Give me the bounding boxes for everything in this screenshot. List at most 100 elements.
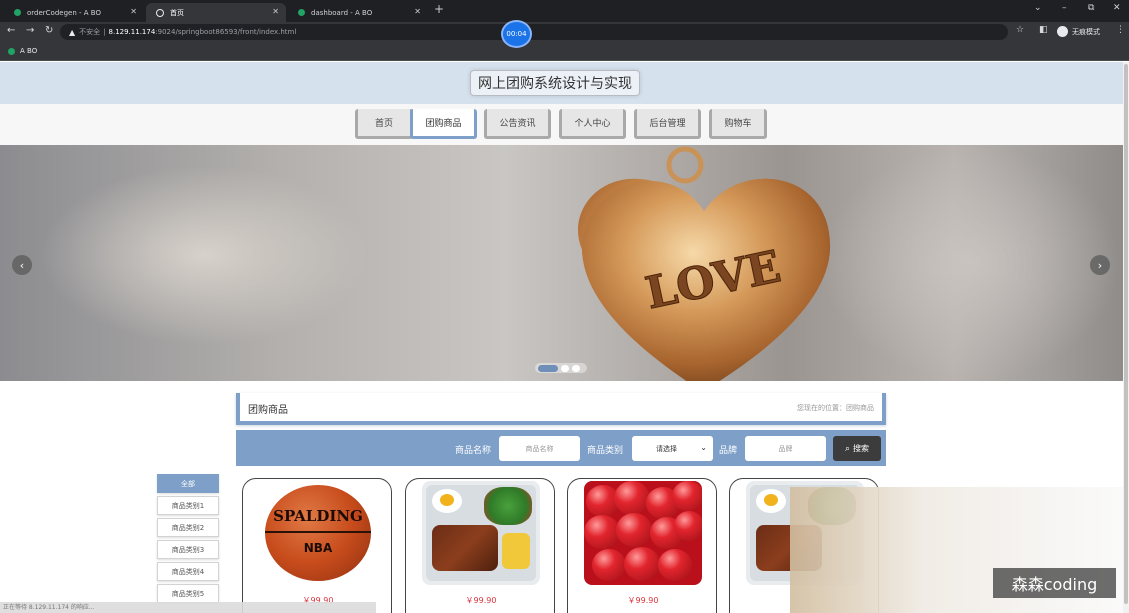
product-name-input[interactable]: 商品名称: [499, 436, 580, 461]
browser-tab[interactable]: orderCodegen - A BO ✕: [4, 3, 144, 22]
tab-favicon-icon: [298, 9, 305, 16]
tab-favicon-icon: [14, 9, 21, 16]
globe-icon: [156, 8, 164, 17]
category-item[interactable]: 商品类别3: [157, 540, 219, 559]
tab-close-icon[interactable]: ✕: [130, 7, 137, 16]
heart-ring: [666, 146, 704, 184]
search-bar: 商品名称 商品名称 商品类别 请选择 ⌄ 品牌 品牌 ⌕ 搜索: [236, 430, 886, 466]
bento-meat: [432, 525, 498, 571]
product-price: ￥99.90: [627, 596, 659, 605]
product-card[interactable]: ￥99.90: [567, 478, 717, 613]
category-select-value: 请选择: [656, 444, 677, 453]
section-header: 团购商品 您现在的位置：团购商品: [236, 393, 886, 425]
menu-kebab-icon[interactable]: ⋮: [1116, 25, 1125, 35]
new-tab-button[interactable]: +: [434, 2, 444, 16]
brand-input[interactable]: 品牌: [745, 436, 826, 461]
site-header: 网上团购系统设计与实现: [0, 62, 1123, 104]
browser-toolbar: ← → ↻ ▲ 不安全 | 8.129.11.174 :9024/springb…: [0, 22, 1129, 42]
nav-cart[interactable]: 购物车: [709, 109, 767, 139]
nav-home[interactable]: 首页: [355, 109, 413, 139]
bento-yolk: [440, 494, 454, 506]
browser-status-bar: 正在等待 8.129.11.174 的响应...: [0, 602, 376, 613]
category-select[interactable]: 请选择 ⌄: [632, 436, 713, 461]
cherry: [614, 481, 650, 515]
incognito-profile[interactable]: 无痕模式: [1057, 26, 1100, 37]
nav-group-products[interactable]: 团购商品: [410, 109, 477, 139]
carousel-dot[interactable]: [572, 364, 580, 372]
address-host: 8.129.11.174: [108, 28, 156, 36]
cherry: [584, 515, 620, 549]
heart-locket-image: LOVE: [578, 146, 831, 381]
profile-label: 无痕模式: [1072, 27, 1100, 36]
category-item[interactable]: 商品类别4: [157, 562, 219, 581]
minimize-button[interactable]: –: [1062, 3, 1067, 13]
watermark: 森森coding: [993, 568, 1116, 598]
category-item[interactable]: 商品类别5: [157, 584, 219, 603]
cherries-image: [584, 481, 702, 585]
category-item[interactable]: 商品类别1: [157, 496, 219, 515]
browser-tab[interactable]: dashboard - A BO ✕: [288, 3, 428, 22]
product-card[interactable]: SPALDING NBA ￥99.90: [242, 478, 392, 613]
search-button[interactable]: ⌕ 搜索: [833, 436, 881, 461]
cherry: [658, 549, 692, 581]
cherry: [624, 547, 660, 581]
section-title: 团购商品: [248, 405, 288, 416]
bookmark-label: A BO: [20, 47, 38, 55]
cherry: [616, 513, 652, 547]
restore-button[interactable]: ⧉: [1088, 3, 1094, 13]
tab-title: 首页: [170, 8, 184, 17]
bookmark-star-icon[interactable]: ☆: [1016, 25, 1024, 35]
basketball-brand-text: SPALDING: [273, 507, 363, 525]
bento-corn: [502, 533, 530, 569]
recording-timer: 00:04: [501, 20, 532, 48]
bento-vegetables: [484, 487, 532, 525]
carousel-prev-button[interactable]: ‹: [12, 255, 32, 275]
bento-yolk: [764, 494, 778, 506]
browser-tab-strip: orderCodegen - A BO ✕ 首页 ✕ dashboard - A…: [0, 0, 1129, 22]
tab-close-icon[interactable]: ✕: [414, 7, 421, 16]
nav-personal-center[interactable]: 个人中心: [559, 109, 626, 139]
basketball-image: SPALDING NBA: [259, 481, 377, 585]
bento-image: [422, 481, 540, 585]
tab-title: orderCodegen - A BO: [27, 8, 101, 17]
product-card[interactable]: ￥99.90: [405, 478, 555, 613]
bookmarks-bar: A BO: [0, 42, 1129, 61]
address-path: :9024/springboot86593/front/index.html: [155, 28, 297, 36]
browser-tab-active[interactable]: 首页 ✕: [146, 3, 286, 22]
side-panel-icon[interactable]: ◧: [1039, 25, 1048, 35]
brand-label: 品牌: [719, 446, 738, 456]
address-bar[interactable]: ▲ 不安全 | 8.129.11.174 :9024/springboot865…: [60, 24, 1008, 40]
bookmark-favicon-icon: [8, 47, 15, 55]
page-scrollbar[interactable]: [1123, 62, 1129, 613]
back-arrow-icon[interactable]: ←: [7, 25, 15, 36]
bookmark-item[interactable]: A BO: [8, 47, 37, 55]
carousel-next-button[interactable]: ›: [1090, 255, 1110, 275]
nav-admin[interactable]: 后台管理: [634, 109, 701, 139]
security-label: 不安全: [79, 28, 101, 36]
product-name-label: 商品名称: [455, 446, 492, 456]
carousel-indicators: [535, 363, 587, 373]
chevron-down-icon: ⌄: [700, 443, 707, 452]
scrollbar-thumb[interactable]: [1124, 64, 1128, 604]
basketball-league-text: NBA: [303, 541, 333, 555]
product-price: ￥99.90: [465, 596, 497, 605]
carousel-dot[interactable]: [561, 364, 569, 372]
category-item[interactable]: 全部: [157, 474, 219, 493]
nav-news[interactable]: 公告资讯: [484, 109, 551, 139]
tab-title: dashboard - A BO: [311, 8, 373, 17]
basketball-seam: [265, 531, 371, 533]
tab-close-icon[interactable]: ✕: [272, 7, 279, 16]
banner-carousel[interactable]: LOVE ‹ ›: [0, 145, 1123, 381]
cherry: [672, 481, 702, 511]
carousel-dot[interactable]: [538, 364, 558, 372]
breadcrumb: 您现在的位置：团购商品: [797, 404, 874, 412]
site-title: 网上团购系统设计与实现: [470, 70, 640, 96]
close-window-button[interactable]: ✕: [1113, 3, 1121, 13]
forward-arrow-icon[interactable]: →: [26, 25, 34, 36]
web-page: 网上团购系统设计与实现 首页 团购商品 公告资讯 个人中心 后台管理 购物车 L…: [0, 62, 1129, 613]
cherry: [592, 549, 626, 581]
tab-search-icon[interactable]: ⌄: [1034, 3, 1042, 13]
category-item[interactable]: 商品类别2: [157, 518, 219, 537]
reload-icon[interactable]: ↻: [45, 25, 53, 36]
incognito-icon: [1057, 26, 1068, 37]
